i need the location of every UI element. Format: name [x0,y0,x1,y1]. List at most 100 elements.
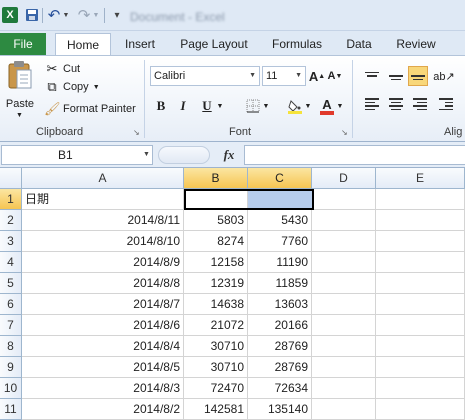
bold-button[interactable]: B [152,96,170,116]
formula-input[interactable] [244,145,465,165]
cell-d2[interactable] [312,210,376,231]
cut-button[interactable]: ✂ Cut [44,60,81,78]
borders-button[interactable] [244,96,262,116]
row-header[interactable]: 10 [0,378,22,399]
chevron-down-icon[interactable]: ▼ [143,151,150,158]
cell-c6[interactable]: 13603 [248,294,312,315]
tab-data[interactable]: Data [342,33,376,55]
increase-font-size-button[interactable]: A ▲ [309,66,325,86]
align-center-button[interactable] [386,94,406,114]
cell-b8[interactable]: 30710 [184,336,248,357]
font-color-dropdown-button[interactable]: ▼ [336,96,344,116]
cell-d8[interactable] [312,336,376,357]
cell-d3[interactable] [312,231,376,252]
cell-d1[interactable] [312,189,376,210]
cell-e1[interactable] [376,189,465,210]
row-header[interactable]: 11 [0,399,22,420]
cell-c9[interactable]: 28769 [248,357,312,378]
worksheet-grid[interactable]: ABCDE 1 日期 2 2014/8/11 5803 5430 3 2014/8/10 827… [0,168,465,420]
tab-review[interactable]: Review [392,33,440,55]
paste-button[interactable]: Paste ▼ [3,58,37,120]
cell-e11[interactable] [376,399,465,420]
decrease-font-size-button[interactable]: A ▼ [327,66,343,86]
row-header[interactable]: 2 [0,210,22,231]
cell-e6[interactable] [376,294,465,315]
insert-function-button[interactable]: fx [218,146,240,164]
cell-c5[interactable]: 11859 [248,273,312,294]
cell-b5[interactable]: 12319 [184,273,248,294]
cell-c8[interactable]: 28769 [248,336,312,357]
cell-c4[interactable]: 11190 [248,252,312,273]
align-right-button[interactable] [410,94,430,114]
cell-d10[interactable] [312,378,376,399]
font-dialog-launcher[interactable]: ↘ [341,129,349,137]
tab-insert[interactable]: Insert [120,33,160,55]
formula-bar-splitter[interactable] [158,146,210,164]
tab-file[interactable]: File [0,33,46,55]
column-header-a[interactable]: A [22,168,184,189]
cell-d5[interactable] [312,273,376,294]
column-header-d[interactable]: D [312,168,376,189]
tab-home[interactable]: Home [55,33,111,55]
cell-c2[interactable]: 5430 [248,210,312,231]
cell-a10[interactable]: 2014/8/3 [22,378,184,399]
save-button[interactable] [24,6,40,24]
row-header[interactable]: 3 [0,231,22,252]
cell-e4[interactable] [376,252,465,273]
borders-dropdown-button[interactable]: ▼ [262,96,270,116]
cell-e9[interactable] [376,357,465,378]
orientation-button[interactable]: ab↗ [433,66,454,86]
cell-d4[interactable] [312,252,376,273]
cell-d7[interactable] [312,315,376,336]
cell-b4[interactable]: 12158 [184,252,248,273]
tab-page-layout[interactable]: Page Layout [176,33,252,55]
row-header[interactable]: 4 [0,252,22,273]
name-box[interactable]: B1 [1,145,153,165]
redo-button[interactable]: ↷ [76,6,92,24]
row-header[interactable]: 1 [0,189,22,210]
underline-button[interactable]: U [198,96,216,116]
cell-b10[interactable]: 72470 [184,378,248,399]
row-header[interactable]: 5 [0,273,22,294]
redo-dropdown-button[interactable]: ▼ [92,6,100,24]
cell-d6[interactable] [312,294,376,315]
fill-color-dropdown-button[interactable]: ▼ [304,96,312,116]
cell-e7[interactable] [376,315,465,336]
copy-button[interactable]: ⧉ Copy ▼ [44,78,99,96]
align-middle-button[interactable] [386,66,406,86]
align-bottom-button[interactable] [408,66,428,86]
cell-c7[interactable]: 20166 [248,315,312,336]
cell-d11[interactable] [312,399,376,420]
cell-b6[interactable]: 14638 [184,294,248,315]
cell-b2[interactable]: 5803 [184,210,248,231]
row-header[interactable]: 9 [0,357,22,378]
align-top-button[interactable] [362,66,382,86]
cell-a7[interactable]: 2014/8/6 [22,315,184,336]
tab-formulas[interactable]: Formulas [268,33,326,55]
cell-a3[interactable]: 2014/8/10 [22,231,184,252]
column-header-e[interactable]: E [376,168,465,189]
cell-a4[interactable]: 2014/8/9 [22,252,184,273]
italic-button[interactable]: I [174,96,192,116]
column-header-c[interactable]: C [248,168,312,189]
undo-button[interactable]: ↶ [46,6,62,24]
format-painter-button[interactable]: 🖌 Format Painter [44,100,136,118]
cell-a9[interactable]: 2014/8/5 [22,357,184,378]
cell-e8[interactable] [376,336,465,357]
cell-b11[interactable]: 142581 [184,399,248,420]
cell-a1[interactable]: 日期 [22,189,184,210]
cell-a5[interactable]: 2014/8/8 [22,273,184,294]
undo-dropdown-button[interactable]: ▼ [62,6,70,24]
underline-dropdown-button[interactable]: ▼ [216,96,224,116]
cell-d9[interactable] [312,357,376,378]
select-all-button[interactable] [0,168,22,189]
customize-toolbar-button[interactable]: ▾ [111,6,123,24]
cell-a11[interactable]: 2014/8/2 [22,399,184,420]
column-header-b[interactable]: B [184,168,248,189]
cell-c3[interactable]: 7760 [248,231,312,252]
cell-e2[interactable] [376,210,465,231]
decrease-indent-button[interactable] [436,94,456,114]
excel-icon[interactable]: X [2,7,18,23]
font-color-button[interactable]: A [318,96,336,116]
cell-a2[interactable]: 2014/8/11 [22,210,184,231]
